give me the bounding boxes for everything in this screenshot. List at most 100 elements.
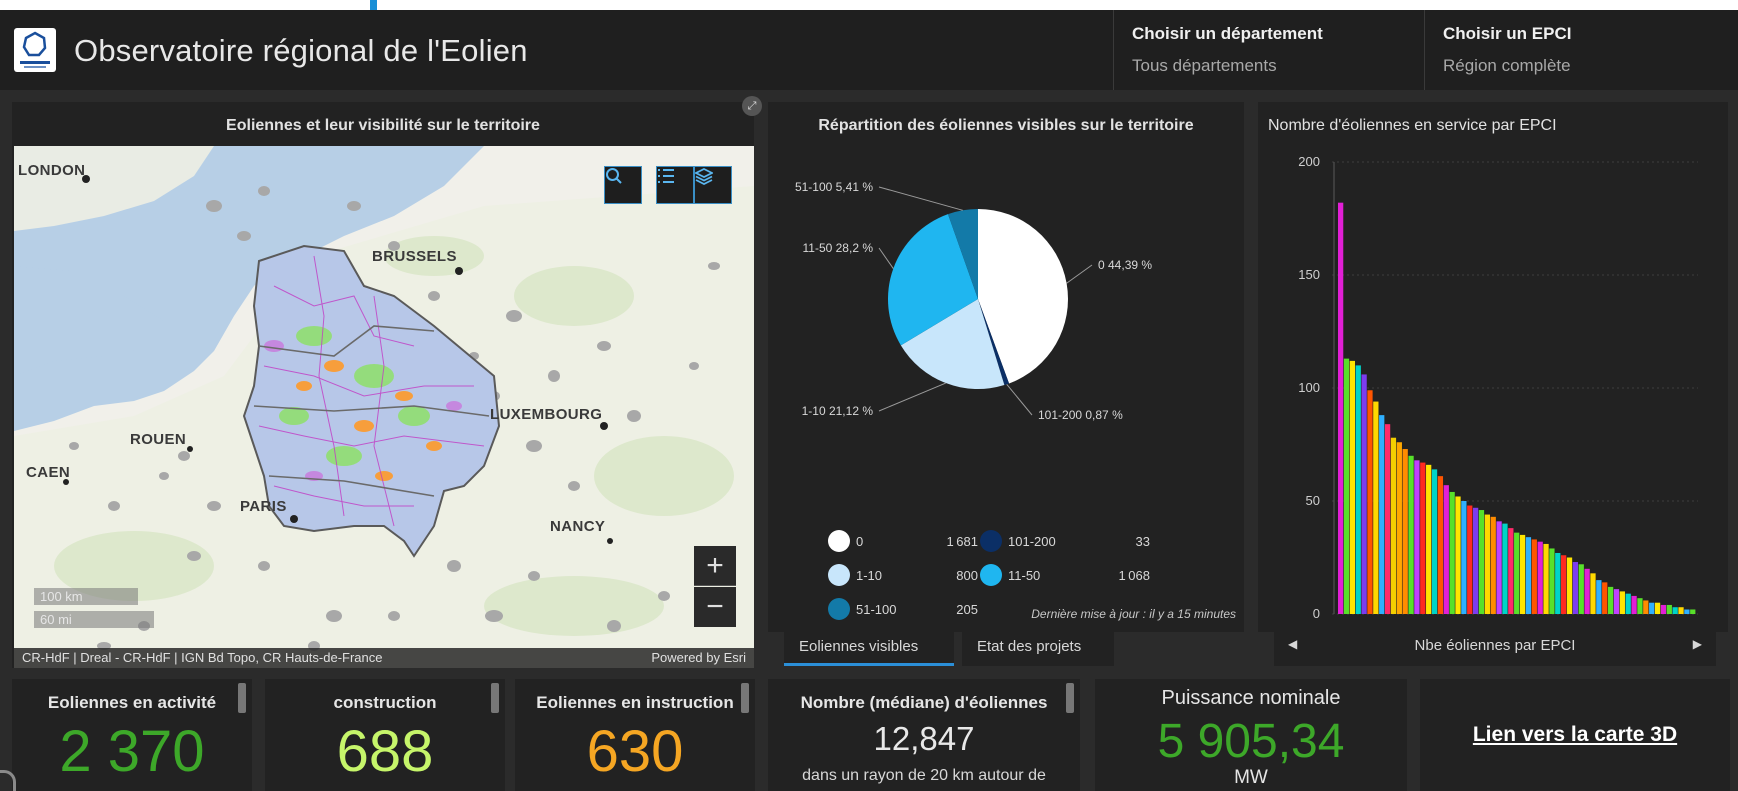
bar[interactable] [1537, 541, 1543, 614]
layers-icon[interactable] [694, 166, 732, 204]
bar[interactable] [1426, 464, 1432, 614]
tab-etat-des-projets[interactable]: Etat des projets [962, 630, 1114, 666]
bar[interactable] [1402, 449, 1408, 614]
bar[interactable] [1461, 501, 1467, 614]
bar[interactable] [1343, 358, 1350, 614]
bar[interactable] [1678, 607, 1684, 614]
bar[interactable] [1390, 437, 1397, 614]
scrollbar[interactable] [741, 683, 749, 713]
kpi-value: 5 905,34 [1157, 715, 1345, 768]
legend-swatch[interactable] [980, 564, 1002, 586]
bar[interactable] [1431, 469, 1438, 614]
pie-callout-line [1006, 383, 1033, 416]
bar[interactable] [1584, 568, 1590, 614]
bar[interactable] [1666, 604, 1672, 614]
bar[interactable] [1373, 401, 1379, 614]
bar[interactable] [1408, 455, 1414, 614]
tab-eoliennes-visibles[interactable]: Eoliennes visibles [784, 630, 954, 666]
city-label: LUXEMBOURG [490, 406, 603, 423]
bar[interactable] [1384, 424, 1391, 614]
bar[interactable] [1643, 600, 1649, 614]
bar[interactable] [1543, 543, 1549, 614]
bar[interactable] [1420, 462, 1426, 614]
bar[interactable] [1613, 589, 1620, 614]
legend-swatch[interactable] [980, 530, 1002, 552]
map-panel: Eoliennes et leur visibilité sur le terr… [12, 102, 754, 668]
bar[interactable] [1508, 528, 1514, 614]
kpi-eoliennes-instruction: Eoliennes en instruction 630 [515, 679, 755, 791]
department-selector[interactable]: Choisir un département Tous départements [1113, 10, 1423, 90]
scrollbar[interactable] [491, 683, 499, 713]
bar[interactable] [1443, 485, 1449, 614]
list-icon[interactable] [656, 166, 694, 204]
zoom-out-button[interactable]: − [694, 587, 736, 627]
bar[interactable] [1602, 582, 1608, 614]
bar[interactable] [1555, 552, 1561, 614]
bar[interactable] [1514, 532, 1520, 614]
top-accent-line [370, 0, 377, 10]
bar[interactable] [1396, 442, 1402, 614]
bar[interactable] [1619, 591, 1625, 614]
bar[interactable] [1449, 491, 1455, 614]
legend-swatch[interactable] [828, 530, 850, 552]
bar[interactable] [1349, 360, 1356, 614]
attribution-sources[interactable]: CR-HdF | Dreal - CR-HdF | IGN Bd Topo, C… [22, 650, 383, 665]
bar[interactable] [1625, 593, 1631, 614]
bar[interactable] [1496, 521, 1502, 614]
bar[interactable] [1367, 390, 1373, 614]
bar[interactable] [1596, 580, 1602, 614]
bar[interactable] [1631, 595, 1637, 614]
zoom-in-button[interactable]: + [694, 546, 736, 586]
y-tick-label: 200 [1298, 154, 1320, 169]
bar[interactable] [1637, 598, 1643, 614]
y-tick-label: 150 [1298, 267, 1320, 282]
search-icon[interactable] [604, 166, 642, 204]
bar-navigator: ◀ Nbe éoliennes par EPCI ▶ [1274, 628, 1716, 666]
bar[interactable] [1660, 604, 1667, 614]
legend-swatch[interactable] [828, 598, 850, 620]
bar[interactable] [1561, 555, 1567, 614]
bar[interactable] [1672, 607, 1678, 614]
bar[interactable] [1361, 374, 1367, 614]
kpi-label: Eoliennes en activité [47, 693, 217, 712]
bar[interactable] [1338, 202, 1344, 614]
epci-selector[interactable]: Choisir un EPCI Région complète [1424, 10, 1738, 90]
map-view[interactable]: LONDON BRUSSELS LUXEMBOURG ROUEN CAEN PA… [14, 146, 754, 668]
bar[interactable] [1467, 505, 1473, 614]
attribution-powered-by[interactable]: Powered by Esri [651, 650, 746, 665]
expand-icon[interactable]: ⤢ [742, 96, 762, 116]
bar[interactable] [1578, 564, 1584, 614]
bar[interactable] [1484, 514, 1490, 614]
bar[interactable] [1379, 415, 1385, 614]
department-selector-value[interactable]: Tous départements [1132, 56, 1405, 76]
bar[interactable] [1490, 516, 1496, 614]
pie-callout-label: 1-10 21,12 % [802, 404, 874, 418]
link-3d-map[interactable]: Lien vers la carte 3D [1420, 723, 1730, 747]
bar[interactable] [1478, 510, 1485, 614]
bar[interactable] [1649, 602, 1655, 614]
bar[interactable] [1690, 609, 1696, 614]
bar[interactable] [1437, 476, 1444, 614]
bar[interactable] [1502, 523, 1508, 614]
bar[interactable] [1607, 586, 1614, 614]
bar[interactable] [1566, 557, 1573, 615]
bar[interactable] [1684, 609, 1690, 614]
scrollbar[interactable] [238, 683, 246, 713]
bar[interactable] [1519, 534, 1526, 614]
bar[interactable] [1525, 537, 1532, 614]
chevron-right-icon[interactable]: ▶ [1693, 637, 1702, 651]
bar[interactable] [1654, 602, 1661, 614]
bar[interactable] [1414, 460, 1420, 614]
bar[interactable] [1590, 573, 1596, 614]
bar[interactable] [1455, 496, 1461, 614]
epci-selector-value[interactable]: Région complète [1443, 56, 1720, 76]
bar[interactable] [1549, 548, 1555, 614]
bar[interactable] [1472, 507, 1479, 614]
legend-swatch[interactable] [828, 564, 850, 586]
bar[interactable] [1355, 365, 1361, 614]
kpi-unit: MW [1234, 767, 1268, 788]
scrollbar[interactable] [1066, 683, 1074, 713]
y-tick-label: 100 [1298, 380, 1320, 395]
bar[interactable] [1531, 539, 1537, 614]
bar[interactable] [1572, 562, 1579, 614]
